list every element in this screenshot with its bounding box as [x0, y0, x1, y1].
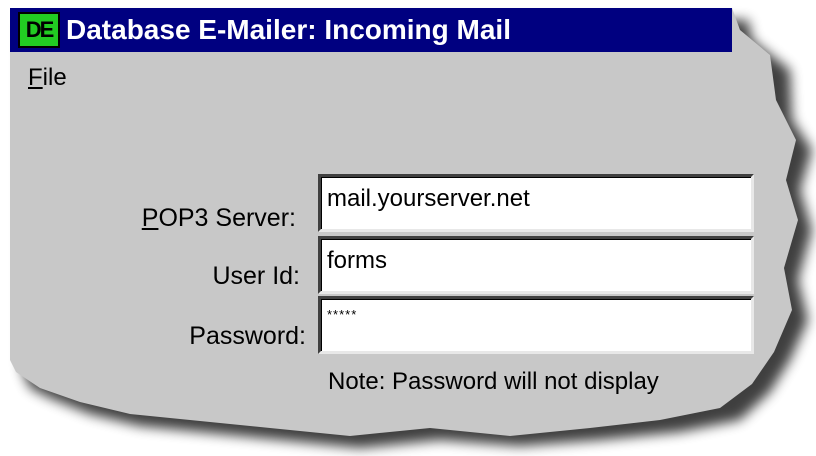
menu-file[interactable]: File: [28, 64, 67, 91]
user-id-input[interactable]: forms: [318, 236, 754, 294]
menu-file-label: ile: [42, 64, 67, 91]
window: DE Database E-Mailer: Incoming Mail File…: [0, 0, 816, 456]
user-id-label: User Id:: [212, 262, 300, 290]
pop3-label-accelerator: P: [141, 204, 159, 232]
menu-file-accelerator: F: [28, 64, 43, 91]
app-logo-icon: DE: [18, 12, 60, 48]
title-bar: DE Database E-Mailer: Incoming Mail: [10, 8, 732, 52]
pop3-label-text: OP3 Server:: [158, 204, 296, 232]
password-label: Password:: [189, 322, 306, 350]
password-note: Note: Password will not display: [328, 368, 659, 395]
window-title: Database E-Mailer: Incoming Mail: [66, 14, 511, 45]
pop3-server-input[interactable]: mail.yourserver.net: [318, 174, 754, 232]
menu-bar: File: [28, 64, 67, 94]
password-input[interactable]: *****: [318, 296, 754, 354]
pop3-server-label: POP3 Server:: [142, 204, 296, 233]
